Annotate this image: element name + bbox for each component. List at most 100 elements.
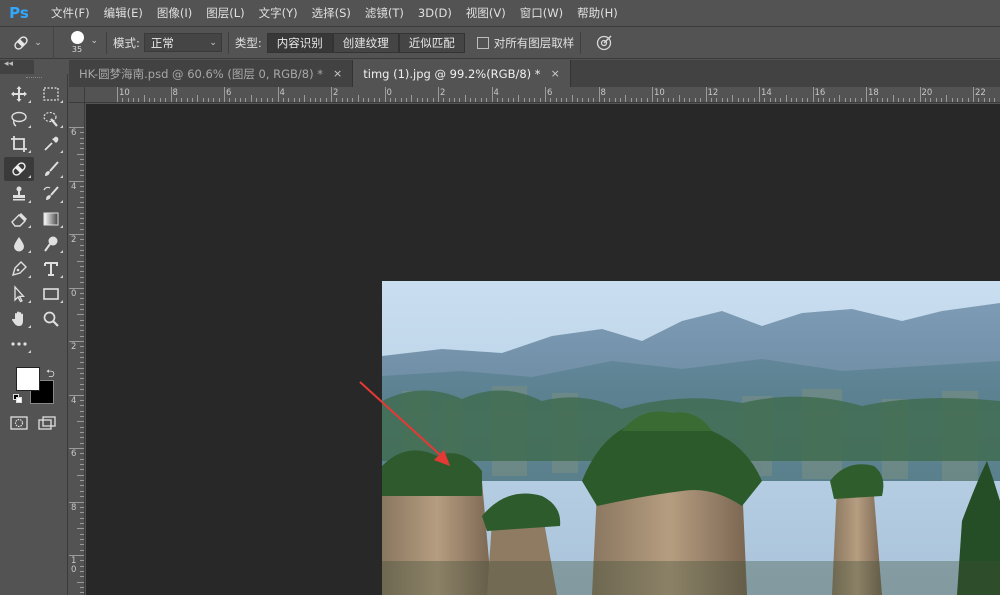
zoom-tool[interactable]: [36, 307, 66, 331]
sample-all-layers-checkbox[interactable]: [476, 36, 489, 49]
ruler-h-label: 4: [279, 88, 285, 98]
color-swatches: ⮌: [0, 365, 67, 409]
menu-bar: Ps 文件(F) 编辑(E) 图像(I) 图层(L) 文字(Y) 选择(S) 滤…: [0, 0, 1000, 27]
blur-tool[interactable]: [4, 232, 34, 256]
lasso-tool[interactable]: [4, 107, 34, 131]
menu-file[interactable]: 文件(F): [44, 0, 97, 27]
path-selection-arrow-icon: [14, 285, 25, 303]
ruler-h-label: 10: [654, 88, 665, 98]
eyedropper-icon: [44, 136, 59, 151]
clone-stamp-tool[interactable]: [4, 182, 34, 206]
menu-select[interactable]: 选择(S): [305, 0, 358, 27]
type-content-aware-button[interactable]: 内容识别: [266, 32, 333, 53]
annotation-arrow-icon: [359, 381, 450, 466]
brush-tip-icon: [70, 31, 84, 44]
pressure-size-icon[interactable]: [595, 34, 613, 52]
sample-all-layers-label[interactable]: 对所有图层取样: [494, 35, 575, 51]
marquee-tool[interactable]: [36, 82, 66, 106]
edit-toolbar[interactable]: [4, 332, 34, 356]
hand-tool[interactable]: [4, 307, 34, 331]
screen-mode-button[interactable]: [38, 415, 56, 431]
history-brush-tool[interactable]: [36, 182, 66, 206]
ruler-v-label: 6: [71, 449, 77, 459]
vertical-ruler[interactable]: 6 4 2 0 2 4 6 8 10: [69, 103, 85, 595]
type-label: 类型:: [234, 35, 262, 50]
canvas-workspace[interactable]: [86, 104, 1000, 595]
menu-window[interactable]: 窗口(W): [513, 0, 570, 27]
type-t-icon: [44, 262, 58, 276]
toolbox: ⮌: [0, 74, 68, 595]
ruler-h-label: 12: [707, 88, 719, 98]
menu-filter[interactable]: 滤镜(T): [358, 0, 411, 27]
type-proximity-match-button[interactable]: 近似匹配: [398, 32, 465, 53]
ruler-h-label: 14: [761, 88, 772, 98]
spot-healing-brush-tool[interactable]: [4, 157, 34, 181]
separator: [580, 31, 582, 54]
pen-tool[interactable]: [4, 257, 34, 281]
quick-selection-tool[interactable]: [36, 107, 66, 131]
toolbox-grip[interactable]: [0, 74, 67, 82]
gradient-icon: [43, 212, 59, 226]
type-tool[interactable]: [36, 257, 66, 281]
menu-help[interactable]: 帮助(H): [570, 0, 625, 27]
options-bar: ⌄ 35 ⌄ 模式: 正常 ⌄ 类型: 内容识别 创建纹理 近似匹配 对所有图层…: [0, 26, 1000, 59]
pen-icon: [11, 261, 27, 277]
landscape-photo: [382, 281, 1000, 595]
tab-label: timg (1).jpg @ 99.2%(RGB/8) *: [363, 66, 541, 81]
rectangle-tool[interactable]: [36, 282, 66, 306]
gradient-tool[interactable]: [36, 207, 66, 231]
more-dots-icon: [11, 342, 27, 346]
hand-icon: [12, 311, 23, 326]
menu-type[interactable]: 文字(Y): [252, 0, 305, 27]
spot-healing-brush-icon: [14, 35, 28, 50]
foreground-color-swatch[interactable]: [16, 367, 40, 391]
tool-preset-picker[interactable]: ⌄: [0, 26, 54, 59]
ruler-h-label: 8: [172, 88, 178, 98]
quick-mask-button[interactable]: [10, 415, 28, 431]
collapse-icon[interactable]: ◂◂: [4, 59, 13, 69]
ruler-h-label: 2: [333, 88, 339, 98]
move-tool[interactable]: [4, 82, 34, 106]
menu-edit[interactable]: 编辑(E): [97, 0, 150, 27]
eyedropper-tool[interactable]: [36, 132, 66, 156]
mode-select[interactable]: 正常 ⌄: [143, 33, 222, 52]
crop-tool[interactable]: [4, 132, 34, 156]
chevron-down-icon: ⌄: [34, 37, 42, 48]
menu-image[interactable]: 图像(I): [150, 0, 199, 27]
history-brush-icon: [43, 186, 59, 200]
close-icon[interactable]: ×: [333, 67, 342, 80]
menu-3d[interactable]: 3D(D): [411, 0, 459, 27]
brush-tool[interactable]: [36, 157, 66, 181]
menu-layer[interactable]: 图层(L): [199, 0, 251, 27]
ruler-h-label: 4: [493, 88, 499, 98]
brush-preset-picker[interactable]: 35 ⌄: [54, 27, 100, 59]
close-icon[interactable]: ×: [551, 67, 560, 80]
ruler-h-label: 10: [119, 88, 130, 98]
ruler-v-label: 8: [71, 502, 77, 513]
separator: [106, 31, 107, 54]
horizontal-ruler[interactable]: 10 8 6 4 2 0 2 4 6 8 10 12 14 16 18 20 22: [85, 87, 1000, 103]
type-create-texture-button[interactable]: 创建纹理: [332, 32, 399, 53]
crop-icon: [11, 136, 27, 152]
ruler-origin[interactable]: [69, 87, 85, 103]
menu-view[interactable]: 视图(V): [459, 0, 513, 27]
eraser-tool[interactable]: [4, 207, 34, 231]
toolbox-header[interactable]: ◂◂: [0, 59, 34, 74]
dodge-tool[interactable]: [36, 232, 66, 256]
mode-label: 模式:: [113, 35, 140, 50]
path-selection-tool[interactable]: [4, 282, 34, 306]
document-image[interactable]: [382, 281, 1000, 595]
rectangle-shape-icon: [43, 288, 59, 300]
ruler-v-label: 4: [71, 395, 77, 406]
ruler-h-label: 20: [921, 88, 933, 98]
tab-hk-document[interactable]: HK-圆梦海南.psd @ 60.6% (图层 0, RGB/8) * ×: [69, 60, 354, 87]
default-colors-icon[interactable]: [13, 394, 23, 404]
ruler-h-label: 6: [226, 88, 232, 98]
quick-mask-icon: [10, 416, 28, 430]
spot-healing-brush-icon: [12, 162, 26, 176]
eraser-icon: [11, 213, 27, 227]
tab-timg-document[interactable]: timg (1).jpg @ 99.2%(RGB/8) * ×: [353, 60, 571, 87]
quick-selection-icon: [43, 111, 58, 127]
ruler-v-label: 6: [71, 128, 77, 138]
mode-buttons: [0, 415, 67, 431]
